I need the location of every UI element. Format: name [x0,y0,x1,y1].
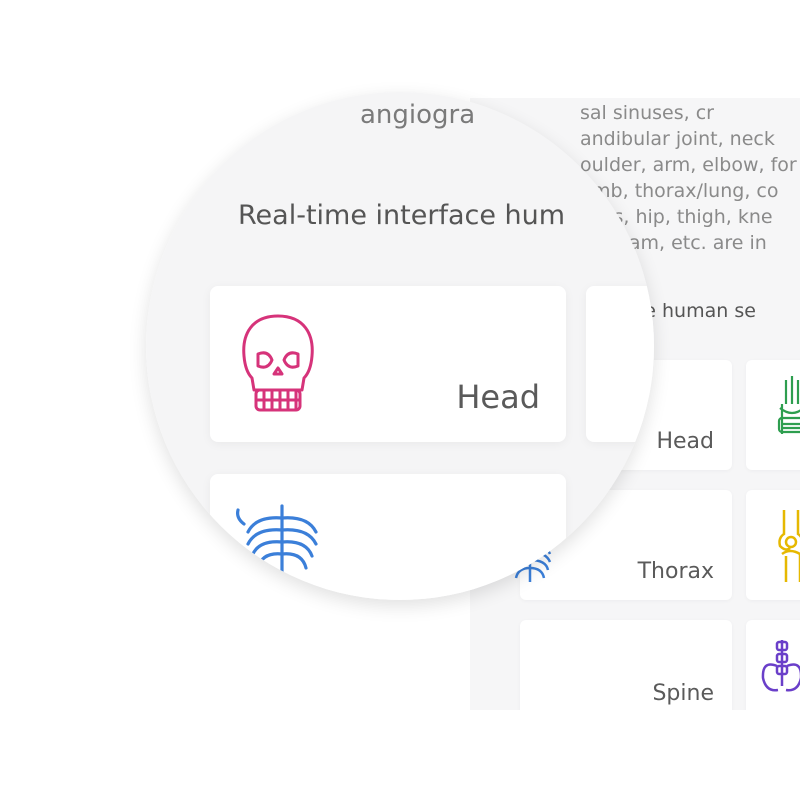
body-part-card-knee[interactable] [746,490,800,600]
magnified-card-thorax[interactable] [210,474,566,600]
hand-icon [777,376,800,434]
pelvis-icon [761,640,800,692]
magnified-card-next[interactable] [586,286,654,442]
bottom-whitespace [460,710,800,800]
skull-icon [242,314,314,412]
magnified-top-text: angiogra [360,100,476,130]
card-label: Spine [652,681,714,706]
ribcage-icon [236,504,318,588]
card-label: Head [656,429,714,454]
magnified-section-title: Real-time interface hum [238,200,566,231]
body-part-card-hand[interactable] [746,360,800,470]
magnifier-lens: angiogra Real-time interface hum Head [146,92,654,600]
card-label: Head [456,378,540,416]
knee-icon [778,510,800,582]
magnified-card-head[interactable]: Head [210,286,566,442]
